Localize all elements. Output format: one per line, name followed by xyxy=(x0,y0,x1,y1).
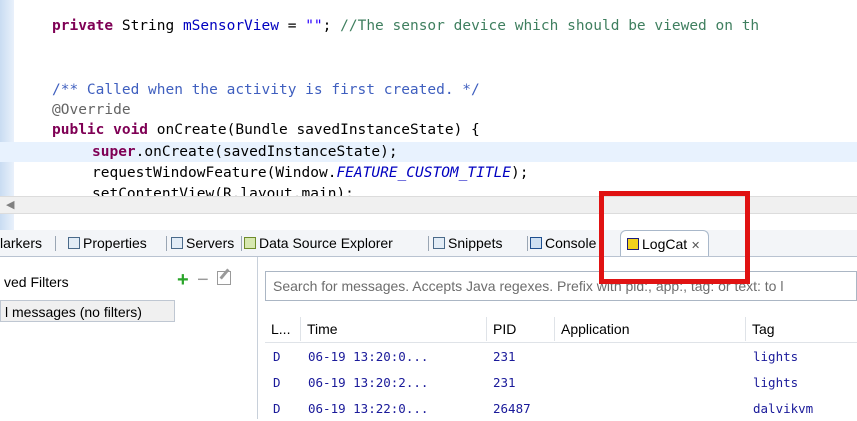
column-header-level[interactable]: L... xyxy=(265,317,301,341)
table-row[interactable]: D 06-19 13:22:0... 26487 dalvikvm xyxy=(265,397,857,421)
super-call-args: .onCreate(savedInstanceState); xyxy=(135,144,398,160)
cell-level: D xyxy=(273,349,281,364)
cell-time: 06-19 13:20:2... xyxy=(308,375,429,390)
column-header-tag[interactable]: Tag xyxy=(746,317,857,341)
tab-console[interactable]: Console xyxy=(530,230,596,256)
tab-label: Properties xyxy=(83,235,147,251)
method-call: requestWindowFeature(Window. xyxy=(92,165,337,181)
tab-separator xyxy=(55,236,56,251)
keyword-void: void xyxy=(104,122,149,138)
properties-icon xyxy=(68,237,80,249)
cell-tag: dalvikvm xyxy=(753,401,814,416)
constant-field: FEATURE_CUSTOM_TITLE xyxy=(336,165,512,181)
console-icon xyxy=(530,237,542,249)
column-header-time[interactable]: Time xyxy=(301,317,487,341)
scroll-left-icon[interactable]: ◀ xyxy=(6,197,14,213)
tab-markers[interactable]: larkers xyxy=(0,230,42,256)
cell-pid: 26487 xyxy=(493,401,531,416)
cell-tag: lights xyxy=(753,349,799,364)
saved-filters-title: ved Filters xyxy=(4,274,69,290)
code-line-javadoc: /** Called when the activity is first cr… xyxy=(52,80,480,100)
remove-filter-icon[interactable]: − xyxy=(197,270,209,290)
cell-level: D xyxy=(273,375,281,390)
code-line-annotation: @Override xyxy=(52,100,131,120)
annotation: @Override xyxy=(52,102,131,118)
data-source-icon xyxy=(244,237,256,249)
servers-icon xyxy=(171,237,183,249)
tab-snippets[interactable]: Snippets xyxy=(433,230,502,256)
cell-pid: 231 xyxy=(493,349,516,364)
code-line-method-signature: public void onCreate(Bundle savedInstanc… xyxy=(52,120,480,140)
semicolon: ; xyxy=(322,18,341,34)
tab-label: Console xyxy=(545,235,597,251)
type-name: String xyxy=(113,18,183,34)
method-signature: onCreate(Bundle savedInstanceState) { xyxy=(148,122,480,138)
code-line-1: private String mSensorView = ""; //The s… xyxy=(52,16,759,36)
tab-separator xyxy=(166,236,167,251)
column-header-pid[interactable]: PID xyxy=(487,317,555,341)
tab-label: Data Source Explorer xyxy=(259,235,393,251)
table-row[interactable]: D 06-19 13:20:2... 231 lights xyxy=(265,371,857,395)
cell-tag: lights xyxy=(753,375,799,390)
cell-pid: 231 xyxy=(493,375,516,390)
tab-servers[interactable]: Servers xyxy=(171,230,234,256)
tab-label: Snippets xyxy=(448,235,503,251)
saved-filters-pane: ved Filters + − l messages (no filters) xyxy=(0,257,258,419)
tab-separator xyxy=(527,236,528,251)
tab-data-source-explorer[interactable]: Data Source Explorer xyxy=(244,230,393,256)
filter-list-item-all[interactable]: l messages (no filters) xyxy=(0,300,175,322)
field-name: mSensorView xyxy=(182,18,279,34)
line-comment: //The sensor device which should be view… xyxy=(340,18,760,34)
highlight-box xyxy=(599,191,750,284)
edit-filter-icon[interactable] xyxy=(217,271,231,285)
code-line-request-feature: requestWindowFeature(Window.FEATURE_CUST… xyxy=(92,163,529,183)
tab-label: Servers xyxy=(186,235,235,251)
logcat-table: L... Time PID Application Tag D 06-19 13… xyxy=(265,317,857,419)
tab-label: larkers xyxy=(0,235,43,251)
call-end: ); xyxy=(511,165,529,181)
code-editor[interactable]: private String mSensorView = ""; //The s… xyxy=(0,0,857,200)
string-literal: "" xyxy=(305,18,323,34)
tab-separator xyxy=(241,236,242,251)
keyword: private xyxy=(52,18,114,34)
operator: = xyxy=(278,18,306,34)
add-filter-icon[interactable]: + xyxy=(177,270,189,290)
cell-time: 06-19 13:20:0... xyxy=(308,349,429,364)
cell-time: 06-19 13:22:0... xyxy=(308,401,429,416)
logcat-search-input[interactable]: Search for messages. Accepts Java regexe… xyxy=(265,271,857,301)
keyword-public: public xyxy=(52,122,105,138)
table-row[interactable]: D 06-19 13:20:0... 231 lights xyxy=(265,345,857,369)
keyword-super: super xyxy=(92,144,136,160)
tab-properties[interactable]: Properties xyxy=(68,230,147,256)
cell-level: D xyxy=(273,401,281,416)
column-header-application[interactable]: Application xyxy=(555,317,746,341)
code-line-super-call: super.onCreate(savedInstanceState); xyxy=(92,142,398,162)
tab-separator xyxy=(428,236,429,251)
javadoc-comment: /** Called when the activity is first cr… xyxy=(52,82,480,98)
snippets-icon xyxy=(433,237,445,249)
